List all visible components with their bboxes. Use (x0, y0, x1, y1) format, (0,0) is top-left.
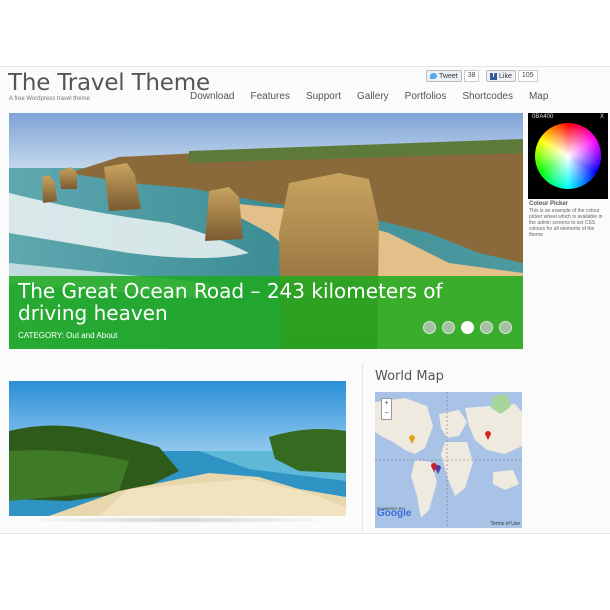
nav-gallery[interactable]: Gallery (357, 91, 389, 102)
slide-category[interactable]: CATEGORY: Out and About (18, 331, 117, 340)
nav-shortcodes[interactable]: Shortcodes (462, 91, 513, 102)
slide-caption[interactable]: The Great Ocean Road – 243 kilometers of… (9, 276, 523, 349)
picker-hex-value: 0BA400 (532, 114, 554, 120)
zoom-out-button[interactable]: − (382, 409, 391, 419)
slider-dot-3[interactable] (461, 321, 474, 334)
nav-download[interactable]: Download (190, 91, 234, 102)
picker-title: Colour Picker (529, 201, 569, 207)
colour-picker[interactable]: 0BA400 X (528, 113, 608, 199)
map-terms-link[interactable]: Terms of Use (491, 521, 520, 527)
slider-dot-5[interactable] (499, 321, 512, 334)
picker-description: This is an example of the colour picker … (529, 208, 603, 238)
map-marker-icon (435, 465, 441, 474)
like-count: 105 (517, 70, 538, 82)
slider-dot-4[interactable] (480, 321, 493, 334)
like-label: Like (499, 72, 512, 80)
site-tagline: A free Wordpress travel theme (9, 96, 90, 102)
tweet-button[interactable]: Tweet (426, 70, 462, 82)
slide-title[interactable]: The Great Ocean Road – 243 kilometers of… (18, 280, 518, 324)
nav-support[interactable]: Support (306, 91, 341, 102)
map-zoom-control[interactable]: + − (381, 398, 392, 420)
tweet-label: Tweet (439, 72, 458, 80)
site-title[interactable]: The Travel Theme (8, 70, 210, 96)
nav-portfolios[interactable]: Portfolios (405, 91, 447, 102)
slider-dot-2[interactable] (442, 321, 455, 334)
google-logo: Google (377, 508, 412, 519)
slider-dot-1[interactable] (423, 321, 436, 334)
close-icon[interactable]: X (600, 114, 604, 120)
tweet-widget[interactable]: Tweet 38 (426, 70, 480, 82)
main-nav: Download Features Support Gallery Portfo… (190, 91, 548, 102)
column-divider (362, 363, 363, 531)
like-button[interactable]: f Like (486, 70, 516, 82)
slider-pagination (423, 321, 512, 334)
colour-wheel[interactable] (535, 123, 601, 189)
nav-map[interactable]: Map (529, 91, 548, 102)
like-widget[interactable]: f Like 105 (486, 70, 538, 82)
photo-shadow (16, 517, 340, 523)
nav-features[interactable]: Features (250, 91, 289, 102)
twitter-bird-icon (430, 73, 437, 79)
zoom-in-button[interactable]: + (382, 399, 391, 409)
featured-slider[interactable]: The Great Ocean Road – 243 kilometers of… (9, 113, 523, 349)
world-map[interactable]: + − POWERED BY Google Terms of Use (375, 392, 522, 528)
tweet-count: 38 (463, 70, 480, 82)
beach-photo[interactable] (9, 381, 346, 516)
world-map-title: World Map (375, 369, 444, 384)
facebook-icon: f (490, 72, 497, 80)
